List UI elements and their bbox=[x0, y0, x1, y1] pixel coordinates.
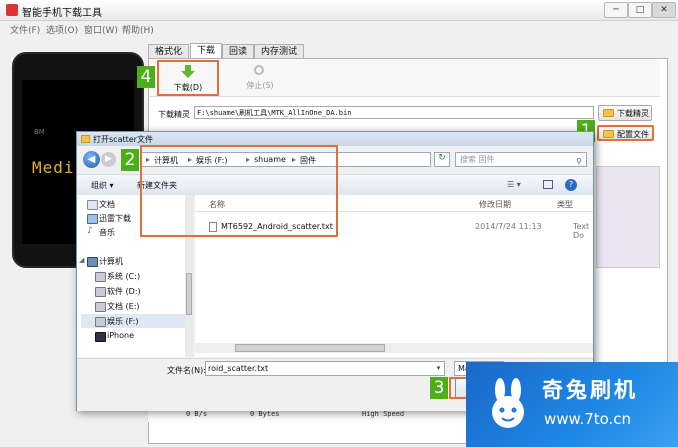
column-header-date[interactable]: 修改日期 bbox=[479, 199, 511, 210]
download-button[interactable]: 下载(D) bbox=[157, 60, 219, 96]
phone-screen-text: Medi bbox=[32, 158, 75, 177]
search-icon: ⚲ bbox=[576, 157, 582, 166]
dialog-title-bar: 打开scatter文件 bbox=[77, 132, 593, 146]
drive-icon bbox=[95, 272, 106, 282]
preview-pane-icon[interactable] bbox=[543, 180, 553, 189]
maximize-icon[interactable]: □ bbox=[628, 2, 652, 18]
nav-scrollbar-thumb[interactable] bbox=[186, 273, 192, 315]
computer-icon bbox=[87, 257, 98, 267]
filename-input[interactable]: roid_scatter.txt bbox=[205, 361, 445, 376]
music-icon: ♪ bbox=[87, 226, 93, 236]
download-agent-label: 下载精灵 bbox=[158, 110, 190, 119]
organize-button[interactable]: 组织 ▾ bbox=[91, 180, 114, 191]
highlight-box-path bbox=[140, 145, 338, 237]
file-list-scrollbar[interactable] bbox=[195, 343, 593, 353]
nav-item-drive-c[interactable]: 系统 (C:) bbox=[107, 271, 140, 282]
step-badge-2: 2 bbox=[121, 149, 139, 171]
download-agent-button[interactable]: 下载精灵 bbox=[598, 105, 652, 121]
status-bytes: 0 Bytes bbox=[250, 410, 280, 418]
watermark-brand: 奇兔刷机 bbox=[542, 378, 638, 402]
file-date: 2014/7/24 11:13 bbox=[475, 222, 542, 231]
view-options-icon[interactable]: ☰ ▾ bbox=[507, 180, 521, 189]
download-label: 下载(D) bbox=[173, 83, 203, 92]
download-folder-icon bbox=[87, 214, 98, 224]
drive-icon bbox=[95, 287, 106, 297]
forward-arrow-icon[interactable]: ▶ bbox=[101, 152, 116, 167]
search-input[interactable]: 搜索 固件 ⚲ bbox=[455, 152, 587, 167]
drive-icon bbox=[95, 317, 106, 327]
nav-item-xunlei[interactable]: 迅雷下载 bbox=[99, 213, 131, 224]
folder-icon bbox=[603, 130, 614, 138]
status-mode: High Speed bbox=[362, 410, 405, 418]
nav-item-computer[interactable]: 计算机 bbox=[99, 256, 123, 267]
folder-icon bbox=[81, 135, 90, 143]
download-agent-button-label: 下载精灵 bbox=[617, 109, 649, 118]
help-icon[interactable]: ? bbox=[565, 179, 577, 191]
tab-memory-test[interactable]: 内存测试 bbox=[254, 44, 305, 59]
refresh-icon[interactable]: ↻ bbox=[434, 152, 450, 167]
partition-list-area bbox=[596, 166, 660, 268]
step-badge-3: 3 bbox=[430, 377, 448, 399]
nav-item-drive-e[interactable]: 文档 (E:) bbox=[107, 301, 140, 312]
minimize-icon[interactable]: ─ bbox=[604, 2, 628, 18]
nav-item-drive-d[interactable]: 软件 (D:) bbox=[107, 286, 141, 297]
menu-window[interactable]: 窗口(W) bbox=[84, 23, 118, 36]
menu-help[interactable]: 帮助(H) bbox=[122, 23, 154, 36]
search-placeholder: 搜索 固件 bbox=[460, 155, 495, 164]
watermark-url: www.7to.cn bbox=[544, 410, 632, 428]
nav-item-documents[interactable]: 文档 bbox=[99, 199, 115, 210]
back-arrow-icon[interactable]: ◀ bbox=[83, 151, 100, 168]
stop-button[interactable]: 停止(S) bbox=[240, 62, 280, 94]
nav-item-music[interactable]: 音乐 bbox=[99, 227, 115, 238]
file-type: Text Do bbox=[573, 222, 590, 240]
filename-label: 文件名(N): bbox=[167, 366, 206, 375]
close-icon[interactable]: ✕ bbox=[652, 2, 676, 18]
menu-file[interactable]: 文件(F) bbox=[10, 23, 40, 36]
phone-device-icon bbox=[95, 332, 106, 342]
scatter-config-label: 配置文件 bbox=[617, 130, 649, 139]
stop-label: 停止(S) bbox=[246, 81, 274, 90]
download-arrow-icon bbox=[181, 65, 195, 78]
folder-icon bbox=[603, 109, 614, 117]
status-speed: 0 B/s bbox=[186, 410, 208, 418]
file-list-scrollbar-thumb[interactable] bbox=[235, 344, 385, 352]
menu-options[interactable]: 选项(O) bbox=[46, 23, 78, 36]
watermark: 奇兔刷机 www.7to.cn bbox=[466, 362, 678, 447]
phone-logo: BM bbox=[34, 128, 45, 136]
tab-download[interactable]: 下载 bbox=[190, 43, 223, 59]
drive-icon bbox=[95, 302, 106, 312]
toolbar bbox=[150, 60, 660, 97]
title-bar: 智能手机下载工具 ─ □ ✕ bbox=[0, 0, 678, 21]
app-icon bbox=[6, 4, 18, 16]
stop-icon bbox=[254, 65, 264, 75]
menu-bar: 文件(F) 选项(O) 窗口(W) 帮助(H) bbox=[0, 21, 678, 37]
download-agent-path[interactable]: F:\shuame\刷机工具\MTK_AllInOne_DA.bin bbox=[194, 106, 594, 119]
app-title: 智能手机下载工具 bbox=[22, 8, 102, 19]
collapse-icon[interactable]: ◢ bbox=[79, 256, 84, 264]
chevron-down-icon[interactable]: ▾ bbox=[433, 362, 444, 375]
tab-format[interactable]: 格式化 bbox=[148, 44, 190, 59]
document-icon bbox=[87, 200, 98, 210]
nav-item-drive-f[interactable]: 娱乐 (F:) bbox=[107, 316, 138, 327]
tab-readback[interactable]: 回读 bbox=[222, 44, 255, 59]
step-badge-4: 4 bbox=[137, 66, 155, 88]
bunny-logo-icon bbox=[492, 378, 524, 428]
scatter-config-button[interactable]: 配置文件 bbox=[597, 125, 654, 141]
dialog-title: 打开scatter文件 bbox=[93, 135, 153, 144]
nav-item-iphone[interactable]: iPhone bbox=[107, 331, 134, 340]
column-header-type[interactable]: 类型 bbox=[557, 199, 573, 210]
